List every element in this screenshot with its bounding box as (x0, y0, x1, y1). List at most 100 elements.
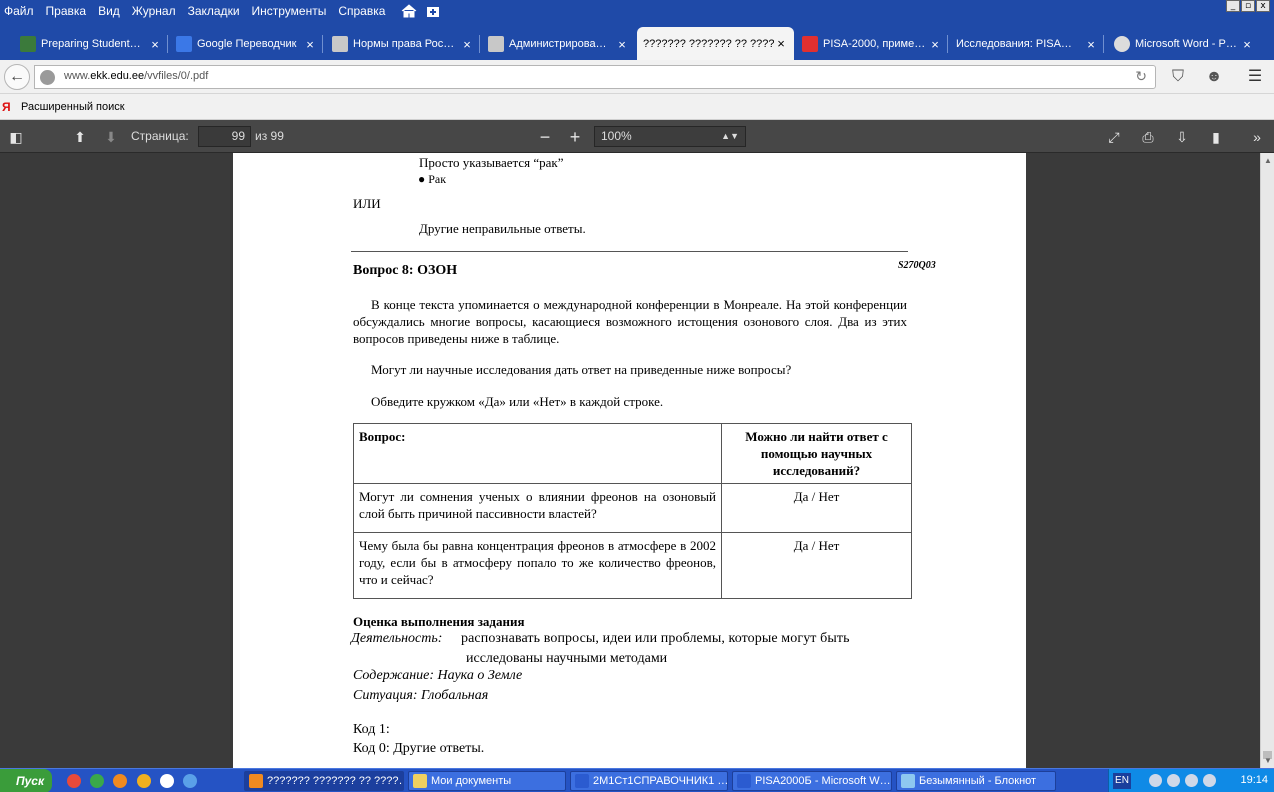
menu-bar: Файл Правка Вид Журнал Закладки Инструме… (0, 0, 1274, 22)
tray-icon[interactable] (1185, 774, 1198, 787)
navigation-bar: ← www.ekk.edu.ee/vvfiles/0/.pdf ↻ ⛉ ☻ ☰ (0, 60, 1274, 94)
previous-page-icon[interactable]: ⬆ (70, 127, 90, 147)
menu-bookmarks[interactable]: Закладки (182, 1, 246, 21)
code-line: Код 0: Другие ответы. (353, 741, 485, 756)
tray-icon[interactable] (1203, 774, 1216, 787)
back-button[interactable]: ← (4, 64, 30, 90)
url-bar[interactable]: www.ekk.edu.ee/vvfiles/0/.pdf ↻ (34, 65, 1156, 89)
menu-edit[interactable]: Правка (40, 1, 93, 21)
tab-google-translate[interactable]: Google Переводчик × (170, 29, 323, 59)
bookmark-advanced-search[interactable]: Расширенный поиск (21, 101, 125, 113)
task-word-pisa[interactable]: PISA2000Б - Microsoft W… (732, 771, 892, 791)
table-header-cell: Можно ли найти ответ с помощью научных и… (721, 423, 912, 484)
close-tab-icon[interactable]: × (148, 37, 162, 52)
tab-issledovaniya-pisa[interactable]: Исследования: PISA… × (950, 29, 1104, 59)
table-row: Чему была бы равна концентрация фреонов … (353, 532, 912, 599)
table-cell: Могут ли сомнения ученых о влиянии фреон… (353, 483, 722, 533)
tab-administrirovanie[interactable]: Администрирова… × (482, 29, 635, 59)
activity-text: исследованы научными методами (466, 651, 668, 666)
start-button[interactable]: Пуск (0, 769, 52, 792)
close-tab-icon[interactable]: × (1084, 37, 1098, 52)
chevron-down-icon: ▲▼ (721, 131, 739, 141)
page-label: Страница: (131, 129, 189, 143)
menu-help[interactable]: Справка (332, 1, 391, 21)
eval-title: Оценка выполнения задания (353, 614, 525, 629)
sidebar-toggle-icon[interactable]: ◧ (6, 127, 26, 147)
media-player-icon[interactable] (160, 774, 174, 788)
chrome-icon[interactable] (67, 774, 81, 788)
tab-label: ??????? ??????? ?? ????… (643, 37, 774, 50)
menu-view[interactable]: Вид (92, 1, 126, 21)
print-icon[interactable]: ⎙ (1138, 127, 1158, 147)
system-tray: EN 19:14 (1108, 769, 1274, 792)
minimize-button[interactable]: _ (1226, 0, 1240, 12)
tray-icon[interactable] (1149, 774, 1162, 787)
tab-preparing-student[interactable]: Preparing Student… × (14, 29, 168, 59)
tab-pisa-2000[interactable]: PISA-2000, приме… × (796, 29, 948, 59)
task-firefox[interactable]: ??????? ??????? ?? ????… (244, 771, 404, 791)
presentation-mode-icon[interactable]: ⤢ (1104, 127, 1124, 147)
tab-active-pdf[interactable]: ??????? ??????? ?? ????… × (637, 27, 794, 60)
pocket-icon[interactable]: ⛉ (1168, 67, 1188, 87)
restore-button[interactable]: ▫ (1241, 0, 1255, 12)
doc-paragraph: Обведите кружком «Да» или «Нет» в каждой… (371, 394, 664, 409)
tab-label: Microsoft Word - P… (1135, 38, 1237, 50)
close-tab-icon[interactable]: × (615, 37, 629, 52)
zoom-in-button[interactable]: + (563, 127, 587, 147)
tab-label: Preparing Student… (41, 38, 141, 50)
code-line: Код 1: (353, 722, 390, 737)
tab-microsoft-word[interactable]: Microsoft Word - P… × (1108, 29, 1260, 59)
yandex-icon (802, 36, 818, 52)
doc-text: Просто указывается “рак” (419, 155, 564, 170)
zoom-out-button[interactable]: − (531, 127, 559, 147)
question-table: Вопрос: Можно ли найти ответ с помощью н… (353, 423, 912, 599)
menu-history[interactable]: Журнал (126, 1, 182, 21)
close-tab-icon[interactable]: × (1240, 37, 1254, 52)
tools-menu-icon[interactable]: » (1246, 127, 1268, 147)
reload-icon[interactable]: ↻ (1135, 68, 1147, 85)
close-tab-icon[interactable]: × (303, 37, 317, 52)
doc-text: ИЛИ (353, 196, 381, 211)
next-page-icon[interactable]: ⬇ (101, 127, 121, 147)
app-icon[interactable] (183, 774, 197, 788)
hamburger-menu-icon[interactable]: ☰ (1245, 67, 1265, 87)
tab-normy-prava[interactable]: Нормы права Рос… × (326, 29, 480, 59)
taskbar: Пуск ??????? ??????? ?? ????… Мои докуме… (0, 768, 1274, 792)
bookmark-icon[interactable]: ▮ (1206, 127, 1226, 147)
task-notepad[interactable]: Безымянный - Блокнот (896, 771, 1056, 791)
close-window-button[interactable]: x (1256, 0, 1270, 12)
menu-file[interactable]: Файл (0, 1, 40, 21)
zoom-select[interactable]: 100% ▲▼ (594, 126, 746, 147)
table-row: Могут ли сомнения ученых о влиянии фреон… (353, 483, 912, 533)
site-favicon-icon (1114, 36, 1130, 52)
close-tab-icon[interactable]: × (460, 37, 474, 52)
scroll-down-icon[interactable]: ▼ (1263, 756, 1273, 765)
app-icon[interactable] (90, 774, 104, 788)
language-indicator[interactable]: EN (1113, 773, 1131, 789)
divider (351, 251, 908, 252)
close-tab-icon[interactable]: × (928, 37, 942, 52)
yes-no-answer: Да / Нет (721, 483, 912, 533)
task-word-spravochnik[interactable]: 2М1Ст1СПРАВОЧНИК1 … (570, 771, 728, 791)
table-header-cell: Вопрос: (353, 423, 722, 484)
doc-bullet: ● Рак (418, 172, 447, 186)
scroll-up-icon[interactable]: ▲ (1263, 156, 1273, 165)
home-icon[interactable] (401, 4, 417, 18)
profile-icon[interactable]: ☻ (1204, 67, 1224, 87)
gear-icon (332, 36, 348, 52)
app-icon[interactable] (137, 774, 151, 788)
firefox-icon[interactable] (113, 774, 127, 788)
new-tab-icon[interactable] (425, 4, 441, 18)
close-tab-icon[interactable]: × (774, 36, 788, 51)
situation-line: Ситуация: Глобальная (353, 688, 489, 703)
doc-paragraph: В конце текста упоминается о международн… (353, 297, 907, 346)
question-code: S270Q03 (898, 260, 936, 271)
pdf-viewer[interactable]: Просто указывается “рак” ● Рак ИЛИ Други… (0, 153, 1260, 768)
vertical-scrollbar[interactable]: ▲ ▼ (1260, 153, 1274, 768)
task-my-documents[interactable]: Мои документы (408, 771, 566, 791)
menu-tools[interactable]: Инструменты (246, 1, 333, 21)
download-icon[interactable]: ⇩ (1172, 127, 1192, 147)
url-text[interactable]: www.ekk.edu.ee/vvfiles/0/.pdf (64, 70, 208, 82)
tray-icon[interactable] (1167, 774, 1180, 787)
page-number-input[interactable]: 99 (198, 126, 251, 147)
